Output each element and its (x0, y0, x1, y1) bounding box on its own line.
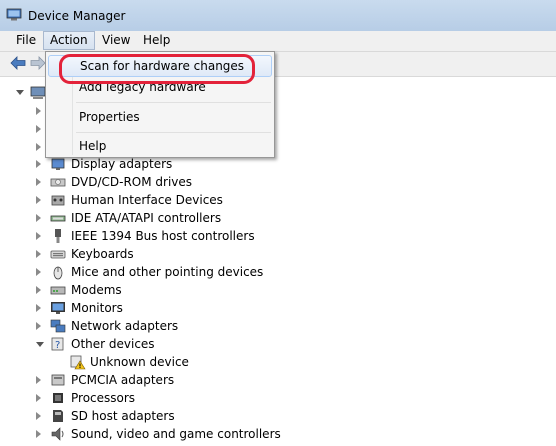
warning-device-icon (70, 355, 86, 370)
menu-bar: File Action View Help (0, 31, 556, 52)
monitor-icon (51, 302, 65, 314)
sd-icon (53, 410, 63, 422)
expand-arrow-icon[interactable] (36, 304, 41, 312)
forward-arrow-icon[interactable] (30, 56, 46, 70)
modem-icon (50, 286, 66, 295)
tree-item-label: Unknown device (90, 355, 189, 369)
menu-item-help[interactable]: Help (48, 135, 272, 157)
tree-item-label: Sound, video and game controllers (71, 427, 281, 441)
menu-item-properties[interactable]: Properties (48, 106, 272, 128)
annotation-highlight-ring (59, 54, 255, 84)
expand-arrow-icon[interactable] (36, 196, 41, 204)
tree-item-label: Monitors (71, 301, 123, 315)
menu-view[interactable]: View (96, 32, 136, 49)
menu-help[interactable]: Help (137, 32, 176, 49)
window-title: Device Manager (28, 9, 126, 23)
collapse-arrow-icon[interactable] (16, 90, 24, 95)
collapse-arrow-icon[interactable] (36, 342, 44, 347)
title-bar: Device Manager (0, 0, 556, 31)
keyboard-icon (50, 250, 66, 259)
mouse-icon (53, 266, 63, 280)
menu-item-label: Properties (79, 110, 140, 124)
pcmcia-icon (51, 374, 65, 386)
tree-item-label: PCMCIA adapters (71, 373, 175, 387)
tree-item-label: SD host adapters (71, 409, 175, 423)
disc-drive-icon (50, 178, 66, 187)
tree-item-label: Human Interface Devices (71, 193, 223, 207)
speaker-icon (51, 427, 64, 441)
tree-item-label: IEEE 1394 Bus host controllers (71, 229, 255, 243)
expand-arrow-icon[interactable] (36, 160, 41, 168)
expand-arrow-icon[interactable] (36, 268, 41, 276)
menu-separator (76, 102, 271, 103)
tree-item-label: Mice and other pointing devices (71, 265, 264, 279)
tree-item-label: Modems (71, 283, 122, 297)
expand-arrow-icon[interactable] (36, 412, 41, 420)
menu-item-label: Help (79, 139, 107, 153)
tree-item-label: Processors (71, 391, 136, 405)
tree-item-label: Other devices (71, 337, 155, 351)
expand-arrow-icon[interactable] (36, 125, 41, 133)
expand-arrow-icon[interactable] (36, 214, 41, 222)
tree-item-label: Keyboards (71, 247, 134, 261)
display-icon (51, 158, 65, 170)
processor-icon (53, 393, 63, 403)
other-devices-icon: ? (51, 337, 64, 351)
ide-icon (50, 215, 66, 222)
svg-text:?: ? (55, 340, 60, 351)
expand-arrow-icon[interactable] (36, 250, 41, 258)
expand-arrow-icon[interactable] (36, 430, 41, 438)
back-arrow-icon[interactable] (10, 56, 26, 70)
expand-arrow-icon[interactable] (36, 178, 41, 186)
menu-file[interactable]: File (10, 32, 42, 49)
expand-arrow-icon[interactable] (36, 394, 41, 402)
computer-icon (30, 86, 46, 99)
menu-separator (76, 132, 271, 133)
expand-arrow-icon[interactable] (36, 143, 41, 151)
expand-arrow-icon[interactable] (36, 232, 41, 240)
expand-arrow-icon[interactable] (36, 286, 41, 294)
tree-item-label: IDE ATA/ATAPI controllers (71, 211, 222, 225)
tree-item-label: DVD/CD-ROM drives (71, 175, 193, 189)
hid-icon (51, 195, 65, 206)
firewire-icon (55, 229, 61, 243)
expand-arrow-icon[interactable] (36, 322, 41, 330)
network-icon (50, 319, 66, 333)
menu-action[interactable]: Action (43, 31, 95, 50)
device-manager-icon (6, 8, 22, 21)
expand-arrow-icon[interactable] (36, 376, 41, 384)
expand-arrow-icon[interactable] (36, 107, 41, 115)
tree-item-label: Network adapters (71, 319, 179, 333)
